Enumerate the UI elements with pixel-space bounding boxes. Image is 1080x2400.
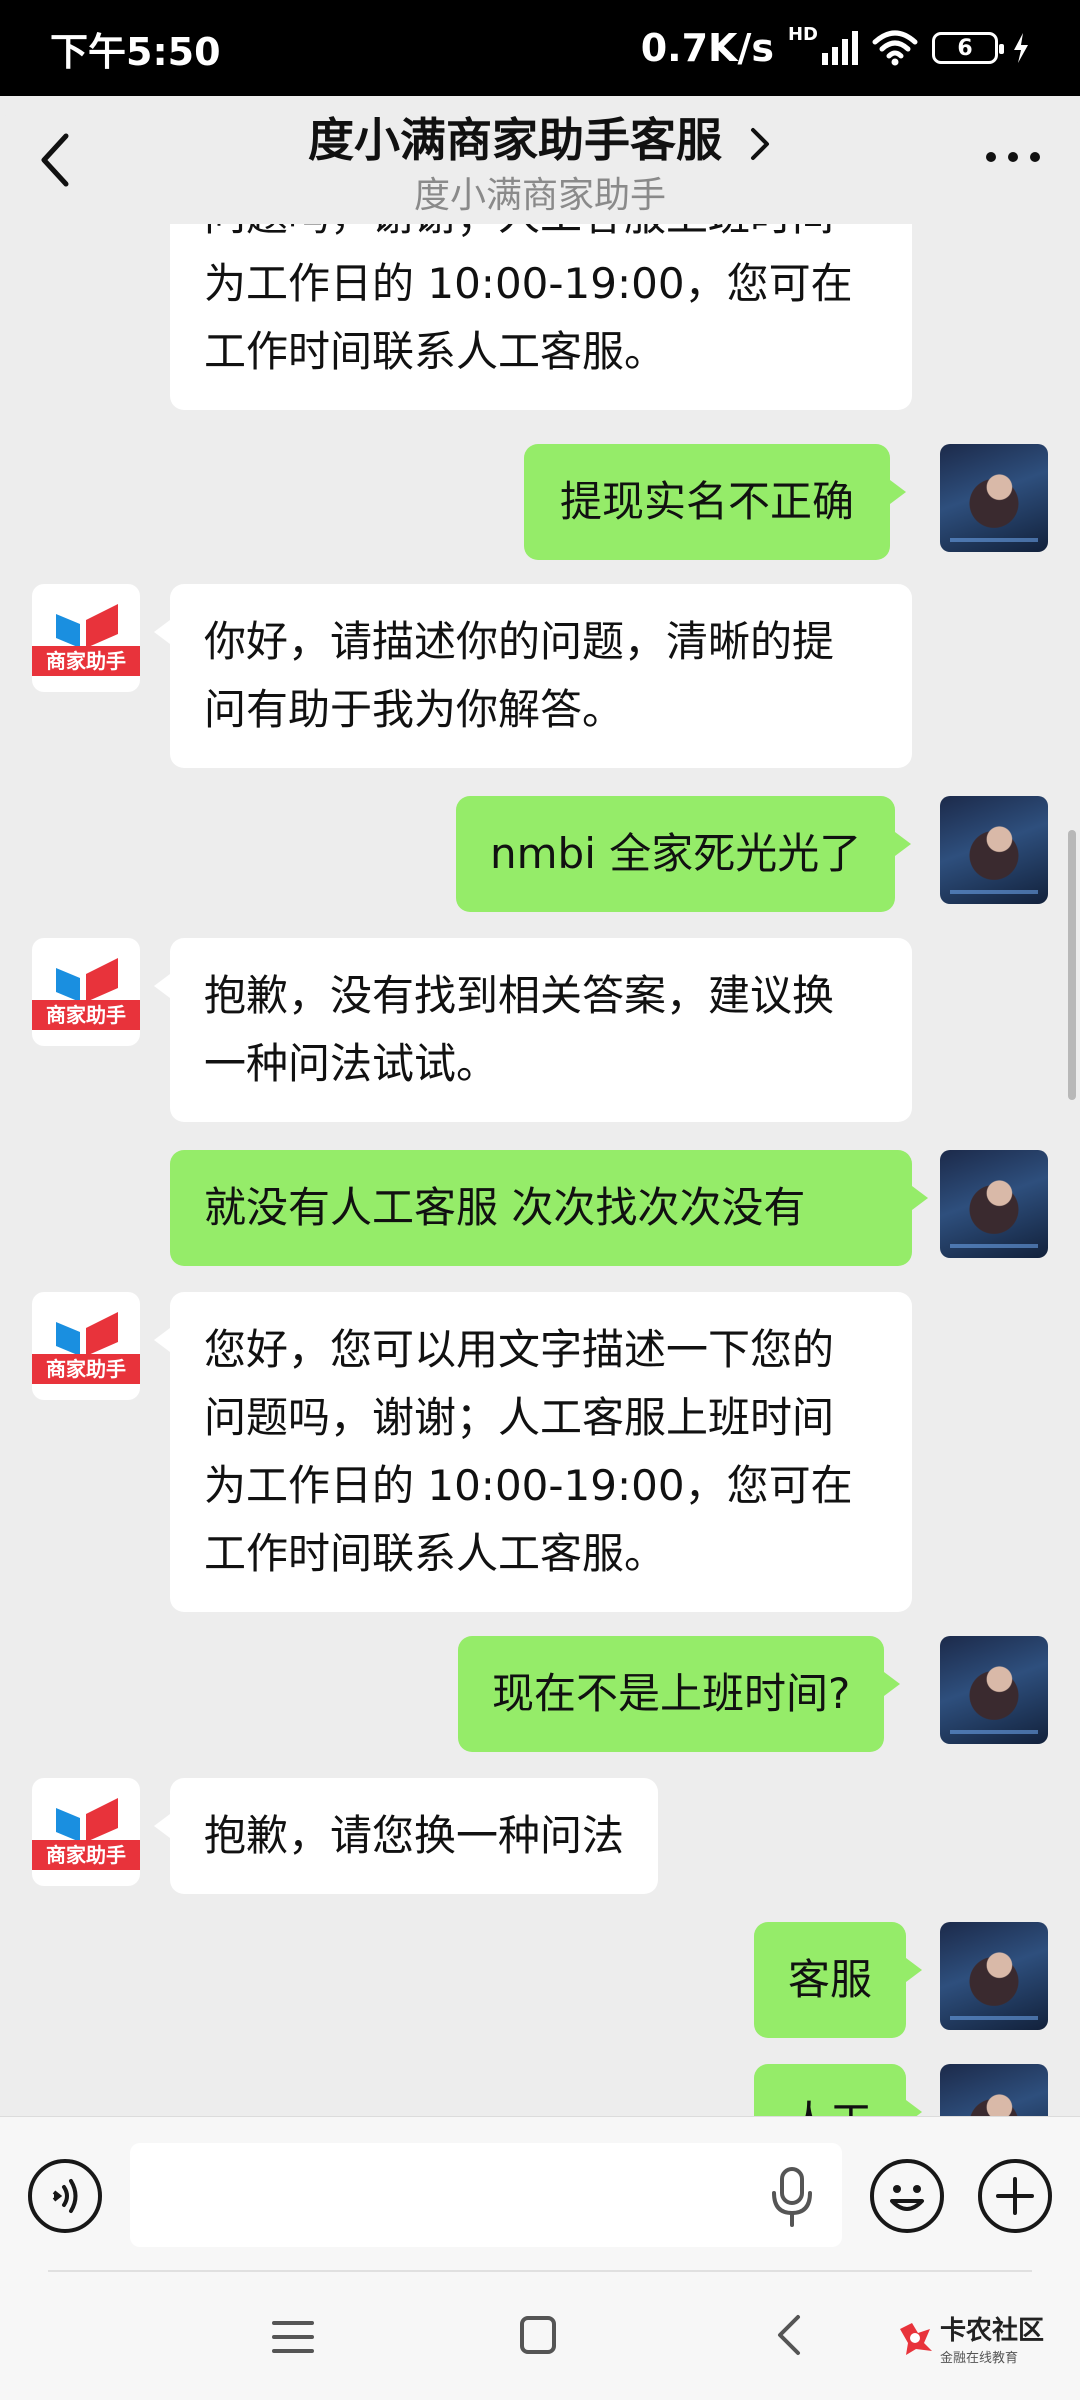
voice-icon xyxy=(52,2179,78,2213)
bot-avatar[interactable]: 商家助手 xyxy=(32,584,140,692)
network-speed: 0.7K/s xyxy=(640,26,774,70)
status-time: 下午5:50 xyxy=(50,29,221,74)
merchant-logo-icon xyxy=(56,958,118,1002)
chat-title-link[interactable]: 度小满商家助手客服 xyxy=(0,104,1080,170)
watermark: 卡农社区 金融在线教育 xyxy=(896,2310,1044,2366)
kanong-logo-icon xyxy=(900,2323,932,2355)
bot-message-bubble[interactable]: 抱歉，没有找到相关答案，建议换 一种问法试试。 xyxy=(154,938,912,1122)
more-options-button[interactable] xyxy=(986,152,1040,162)
chevron-right-icon xyxy=(751,127,769,160)
watermark-text: 卡农社区 xyxy=(940,2316,1045,2346)
more-icon-dot xyxy=(986,152,996,162)
emoji-icon xyxy=(890,2185,924,2211)
my-message-bubble[interactable]: nmbi 全家死光光了 xyxy=(456,796,912,912)
signal-icon xyxy=(822,31,858,65)
emoji-button[interactable] xyxy=(870,2159,944,2233)
hd-badge: HD xyxy=(787,23,818,45)
wifi-icon xyxy=(872,30,918,66)
more-functions-button[interactable] xyxy=(978,2159,1052,2233)
battery-icon: 6 xyxy=(932,32,1004,64)
bot-avatar[interactable]: 商家助手 xyxy=(32,1292,140,1400)
bot-message-bubble[interactable]: 问题吗，谢谢；人工客服上班时间 为工作日的 10:00-19:00，您可在 工作… xyxy=(170,224,912,410)
bot-avatar[interactable]: 商家助手 xyxy=(32,1778,140,1886)
my-message-bubble[interactable]: 提现实名不正确 xyxy=(524,444,907,560)
my-avatar[interactable] xyxy=(940,1636,1048,1744)
bot-avatar-tag: 商家助手 xyxy=(32,1354,140,1384)
my-message-bubble[interactable]: 现在不是上班时间? xyxy=(458,1636,901,1752)
my-message-bubble[interactable]: 就没有人工客服 次次找次次没有 xyxy=(170,1150,928,1266)
bot-avatar-tag: 商家助手 xyxy=(32,1000,140,1030)
my-avatar[interactable] xyxy=(940,2064,1048,2116)
more-icon-dot xyxy=(1008,152,1018,162)
my-avatar[interactable] xyxy=(940,1150,1048,1258)
message-list[interactable]: 问题吗，谢谢；人工客服上班时间 为工作日的 10:00-19:00，您可在 工作… xyxy=(0,224,1080,2116)
nav-back-icon[interactable] xyxy=(774,2314,804,2356)
bot-message-bubble[interactable]: 您好，您可以用文字描述一下您的 问题吗，谢谢；人工客服上班时间 为工作日的 10… xyxy=(154,1292,912,1612)
chat-title: 度小满商家助手客服 xyxy=(307,113,722,167)
more-icon-dot xyxy=(1030,152,1040,162)
bot-message-bubble[interactable]: 抱歉，请您换一种问法 xyxy=(153,1778,659,1894)
input-bar xyxy=(0,2116,1080,2270)
bot-message-bubble[interactable]: 你好，请描述你的问题，清晰的提 问有助于我为你解答。 xyxy=(154,584,912,768)
system-nav-bar: 卡农社区 金融在线教育 xyxy=(0,2270,1080,2400)
my-avatar[interactable] xyxy=(940,796,1048,904)
my-avatar[interactable] xyxy=(940,1922,1048,2030)
charging-icon xyxy=(1014,33,1028,63)
battery-level: 6 xyxy=(957,35,973,61)
bot-avatar-tag: 商家助手 xyxy=(32,646,140,676)
chat-subtitle: 度小满商家助手 xyxy=(413,175,666,216)
merchant-logo-icon xyxy=(56,1312,118,1356)
my-avatar[interactable] xyxy=(940,444,1048,552)
status-bar: 下午5:50 0.7K/s HD 6 xyxy=(0,0,1080,96)
message-input[interactable] xyxy=(130,2143,842,2247)
chat-header: 度小满商家助手客服 度小满商家助手 xyxy=(0,96,1080,224)
home-button[interactable] xyxy=(520,2316,556,2354)
nav-divider xyxy=(48,2270,1032,2272)
merchant-logo-icon xyxy=(56,604,118,648)
merchant-logo-icon xyxy=(56,1798,118,1842)
bot-avatar[interactable]: 商家助手 xyxy=(32,938,140,1046)
my-message-bubble[interactable]: 人工 xyxy=(754,2064,923,2116)
status-indicators: 0.7K/s HD 6 xyxy=(640,23,1030,70)
chat-scrollbar[interactable] xyxy=(1068,830,1076,1100)
voice-toggle-button[interactable] xyxy=(28,2159,102,2233)
watermark-subtext: 金融在线教育 xyxy=(940,2351,1019,2366)
my-message-bubble[interactable]: 客服 xyxy=(754,1922,923,2038)
microphone-icon[interactable] xyxy=(770,2165,814,2229)
bot-avatar-tag: 商家助手 xyxy=(32,1840,140,1870)
recent-apps-icon[interactable] xyxy=(272,2320,314,2354)
plus-icon xyxy=(996,2177,1034,2215)
